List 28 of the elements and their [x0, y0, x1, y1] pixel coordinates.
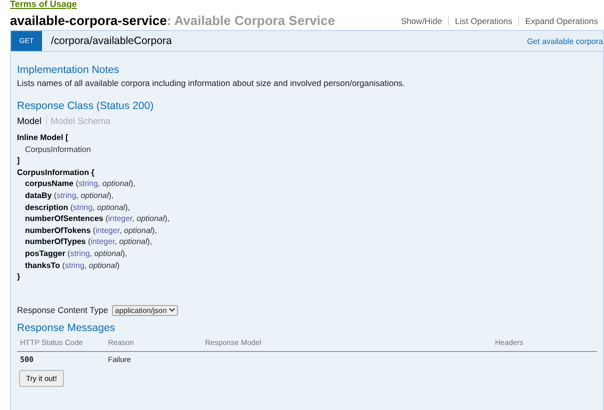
content-type-label: Response Content Type — [17, 305, 108, 316]
resource-description: : Available Corpora Service — [166, 13, 335, 28]
model-line: CorpusInformation { — [17, 166, 96, 178]
model-line: } — [17, 271, 22, 283]
resource-action-link[interactable]: List Operations — [448, 16, 518, 26]
model-field: numberOfTokens (integer, optional), — [17, 224, 597, 236]
model-field: numberOfTypes (integer, optional), — [17, 236, 597, 248]
model-field: numberOfSentences (integer, optional), — [17, 213, 597, 225]
caret-icon — [168, 308, 175, 312]
section-heading: Implementation Notes — [17, 64, 120, 76]
model-field: posTagger (string, optional), — [17, 248, 597, 260]
section-heading: Response Class (Status 200) — [17, 100, 155, 112]
model-field: dataBy (string, optional), — [17, 190, 597, 202]
section-heading: Response Messages — [17, 322, 116, 334]
model-tab[interactable]: Model — [17, 116, 47, 126]
model-line: ] — [17, 155, 21, 167]
model-line: Inline Model [ — [17, 132, 70, 144]
model-field: corpusName (string, optional), — [17, 178, 597, 190]
operation-path[interactable]: /corpora/availableCorpora — [51, 35, 172, 47]
model-field: thanksTo (string, optional) — [17, 260, 597, 272]
resource-name[interactable]: available-corpora-service — [10, 13, 167, 28]
operation-summary[interactable]: Get available corpora — [526, 36, 603, 46]
notes-text: Lists names of all available corpora including information about size and involved person/organisations. — [17, 78, 406, 88]
resource-action-link[interactable]: Show/Hide — [394, 16, 448, 26]
terms-link[interactable]: Terms of Usage — [10, 0, 77, 9]
model-line: CorpusInformation — [24, 144, 92, 156]
model-field: description (string, optional), — [17, 202, 597, 214]
resource-action-link[interactable]: Expand Operations — [518, 16, 604, 26]
